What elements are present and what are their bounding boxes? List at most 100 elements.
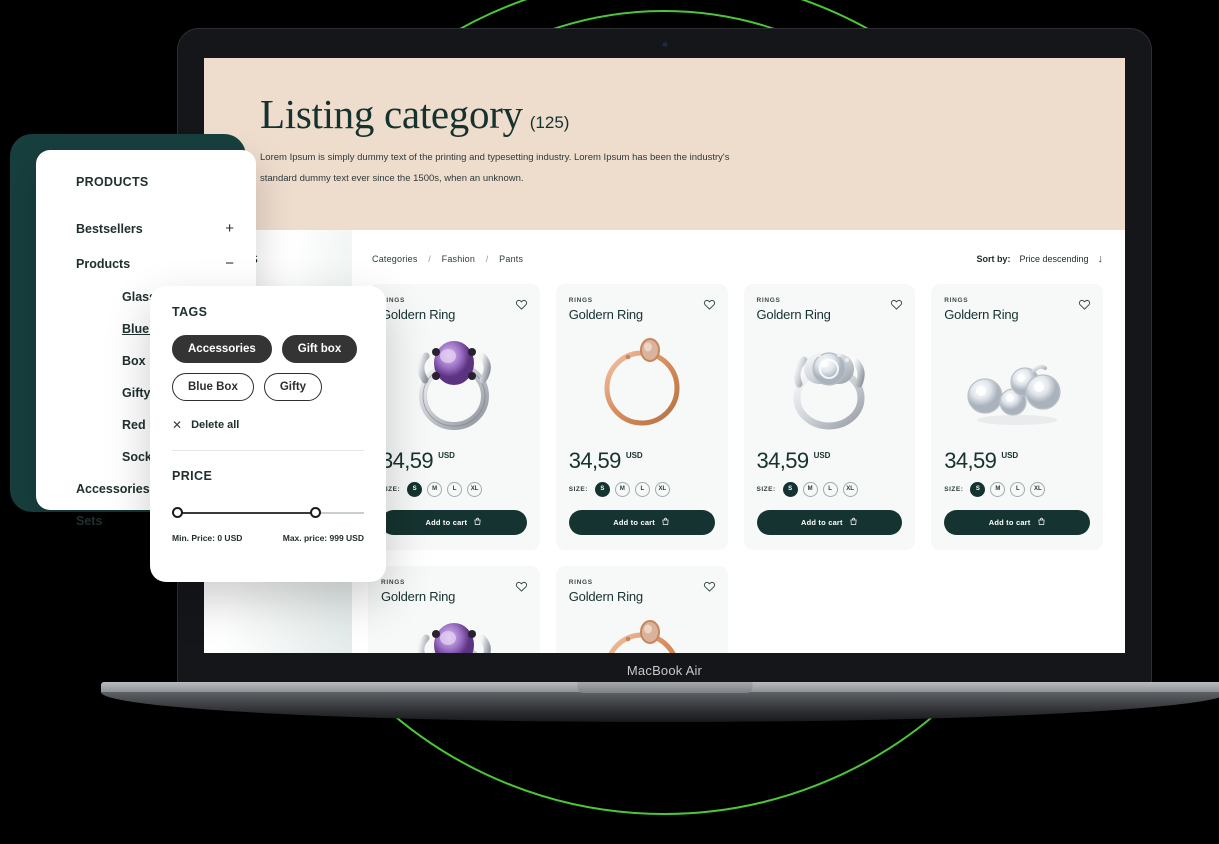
heart-icon[interactable] (890, 298, 903, 311)
product-image (569, 328, 715, 436)
item-label: Bestsellers (76, 221, 143, 236)
size-option-m[interactable]: M (990, 481, 1006, 497)
size-option-m[interactable]: M (427, 481, 443, 497)
heart-icon[interactable] (1078, 298, 1091, 311)
add-to-cart-button[interactable]: Add to cart (944, 509, 1090, 535)
add-to-cart-label: Add to cart (800, 517, 843, 527)
product-card[interactable]: RINGS Goldern Ring 34,59 USD SIZE: S M L XL (931, 283, 1103, 550)
size-option-l[interactable]: L (447, 481, 463, 497)
price-currency: USD (625, 450, 643, 460)
size-option-m[interactable]: M (614, 481, 630, 497)
price-amount: 34,59 (568, 447, 622, 473)
tags-panel-divider (172, 450, 364, 451)
size-option-xl[interactable]: XL (467, 481, 483, 497)
product-card[interactable]: RINGS Goldern Ring 34,59 USD SIZE: SMLXL… (743, 283, 916, 550)
page-banner: Listing category (125) Lorem Ipsum is sim… (204, 58, 1125, 230)
size-option-xl[interactable]: XL (1030, 481, 1046, 497)
tag-chip-gifty[interactable]: Gifty (263, 373, 323, 401)
size-option-l[interactable]: L (634, 481, 650, 497)
product-price: 34,59 USD (944, 448, 1090, 474)
add-to-cart-label: Add to cart (425, 517, 468, 527)
size-selector[interactable]: SIZE: S M L XL (756, 481, 903, 497)
size-option-xl[interactable]: XL (842, 481, 858, 497)
product-category: RINGS (381, 578, 406, 586)
breadcrumb-item-categories[interactable]: Categories (372, 254, 418, 264)
size-option-xl[interactable]: XL (654, 481, 670, 497)
page-title: Listing category (260, 91, 523, 137)
size-option-m[interactable]: M (802, 481, 818, 497)
sort-control[interactable]: Sort by: Price descending ↓ (976, 253, 1103, 265)
product-price: 34,59 USD (381, 448, 527, 474)
size-label: SIZE: (756, 485, 776, 493)
heart-icon[interactable] (515, 298, 528, 311)
products-panel-item-products[interactable]: Products − (54, 246, 238, 281)
price-range-labels: Min. Price: 0 USD Max. price: 999 USD (172, 533, 364, 543)
size-option-s[interactable]: S (782, 481, 798, 497)
min-price-label: Min. Price: 0 USD (172, 533, 243, 543)
product-card[interactable]: RINGS Goldern Ring 34,59 USD SIZE: SMLXL… (368, 565, 540, 653)
product-category: RINGS (568, 578, 593, 586)
breadcrumb-separator: / (428, 253, 431, 264)
product-name: Goldern Ring (381, 306, 456, 322)
size-label: SIZE: (568, 485, 588, 493)
tags-panel-title: TAGS (172, 305, 208, 319)
device-label: MacBook Air (626, 663, 703, 678)
product-listing: Categories / Fashion / Pants Sort by: Pr… (352, 230, 1125, 653)
sort-value[interactable]: Price descending (1019, 254, 1088, 264)
size-label: SIZE: (944, 485, 964, 493)
product-image (381, 610, 527, 653)
size-option-s[interactable]: S (407, 481, 423, 497)
tag-chip-gift-box[interactable]: Gift box (281, 335, 358, 363)
size-selector[interactable]: SIZE: S M L XL (381, 481, 527, 497)
add-to-cart-button[interactable]: Add to cart (756, 509, 903, 535)
product-name: Goldern Ring (756, 306, 831, 322)
add-to-cart-button[interactable]: Add to cart (568, 509, 715, 535)
heart-icon[interactable] (703, 580, 716, 593)
add-to-cart-label: Add to cart (988, 517, 1031, 527)
price-currency: USD (438, 450, 455, 460)
products-panel-item-bestsellers[interactable]: Bestsellers + (54, 211, 238, 246)
collapse-icon[interactable]: − (225, 255, 234, 272)
product-category: RINGS (568, 296, 593, 304)
item-label: Accessories (76, 482, 150, 496)
size-option-l[interactable]: L (1010, 481, 1026, 497)
breadcrumb-item-fashion[interactable]: Fashion (442, 254, 475, 264)
slider-knob-min[interactable] (172, 507, 183, 518)
price-range-slider[interactable] (172, 507, 364, 519)
product-card[interactable]: RINGS Goldern Ring 34,59 USD SIZE: SMLXL… (555, 283, 728, 550)
product-image (381, 328, 527, 436)
close-x-icon: ✕ (172, 418, 183, 432)
size-option-s[interactable]: S (970, 481, 986, 497)
price-amount: 34,59 (381, 447, 434, 473)
tag-chip-list: Accessories Gift box Blue Box Gifty (172, 335, 364, 401)
size-selector[interactable]: SIZE: S M L XL (568, 481, 715, 497)
item-label: Products (76, 256, 131, 271)
add-to-cart-button[interactable]: Add to cart (381, 509, 527, 535)
product-name: Goldern Ring (568, 306, 643, 322)
product-name: Goldern Ring (381, 588, 456, 604)
size-option-s[interactable]: S (594, 481, 610, 497)
breadcrumb-item-pants[interactable]: Pants (499, 254, 523, 264)
breadcrumb: Categories / Fashion / Pants (368, 254, 527, 264)
product-price: 34,59 USD (757, 448, 903, 474)
slider-fill (176, 512, 316, 514)
shopping-bag-icon (661, 517, 670, 528)
product-grid: RINGS Goldern Ring 34,59 USD SIZE: S M L XL… (368, 283, 1103, 653)
tags-panel-price-title: PRICE (172, 469, 213, 483)
slider-knob-max[interactable] (310, 507, 321, 518)
product-card[interactable]: RINGS Goldern Ring 34,59 USD SIZE: SMLXL… (555, 565, 728, 653)
price-amount: 34,59 (756, 447, 810, 473)
product-card[interactable]: RINGS Goldern Ring 34,59 USD SIZE: SMLXL… (368, 283, 540, 550)
size-selector[interactable]: SIZE: S M L XL (944, 481, 1090, 497)
product-category: RINGS (944, 296, 969, 304)
tag-chip-accessories[interactable]: Accessories (172, 335, 272, 363)
size-option-l[interactable]: L (822, 481, 838, 497)
delete-all-button[interactable]: ✕ Delete all (172, 418, 364, 432)
product-image (569, 610, 715, 653)
delete-all-label: Delete all (191, 419, 240, 431)
sort-direction-icon[interactable]: ↓ (1098, 253, 1104, 265)
heart-icon[interactable] (703, 298, 716, 311)
expand-icon[interactable]: + (225, 220, 234, 237)
tag-chip-blue-box[interactable]: Blue Box (172, 373, 254, 401)
heart-icon[interactable] (515, 580, 528, 593)
